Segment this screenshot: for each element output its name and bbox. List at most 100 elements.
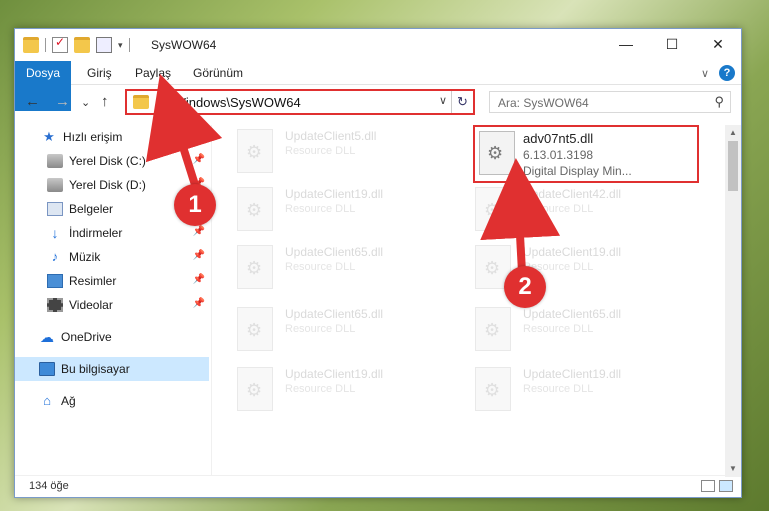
dll-file-icon xyxy=(475,367,511,411)
pin-icon[interactable]: 📌 xyxy=(193,154,205,165)
file-name: UpdateClient19.dll xyxy=(523,245,622,259)
navigation-pane: ★ Hızlı erişim Yerel Disk (C:) 📌 Yerel D… xyxy=(15,125,209,475)
help-icon[interactable]: ? xyxy=(719,65,735,81)
sidebar-item-label: OneDrive xyxy=(61,330,112,344)
sidebar-item-label: Yerel Disk (C:) xyxy=(69,154,146,168)
close-button[interactable]: ✕ xyxy=(695,29,741,59)
search-placeholder: Ara: SysWOW64 xyxy=(498,96,589,110)
tab-home[interactable]: Giriş xyxy=(87,61,112,85)
pin-icon[interactable]: 📌 xyxy=(193,226,205,237)
item-count: 134 öğe xyxy=(29,480,69,492)
customize-toolbar-icon[interactable]: ▾ xyxy=(118,40,123,51)
tab-share[interactable]: Paylaş xyxy=(135,61,171,85)
tab-view[interactable]: Görünüm xyxy=(193,61,243,85)
sidebar-item-label: Hızlı erişim xyxy=(63,130,123,144)
sidebar-item-quick-access[interactable]: ★ Hızlı erişim xyxy=(15,125,209,149)
sidebar-item-network[interactable]: ⌂ Ağ xyxy=(15,389,209,413)
sidebar-item-local-disk-c[interactable]: Yerel Disk (C:) 📌 xyxy=(15,149,209,173)
file-type: Resource DLL xyxy=(285,145,356,157)
sidebar-item-music[interactable]: ♪ Müzik 📌 xyxy=(15,245,209,269)
minimize-button[interactable]: — xyxy=(603,29,649,59)
dll-file-icon xyxy=(237,367,273,411)
sidebar-item-downloads[interactable]: ↓ İndirmeler 📌 xyxy=(15,221,209,245)
navigation-bar: ← → ⌄ ↑ C:\Windows\SysWOW64 ∨ ↻ Ara: Sys… xyxy=(15,85,741,119)
list-item[interactable]: UpdateClient65.dll Resource DLL xyxy=(475,305,695,355)
list-item[interactable]: UpdateClient19.dll Resource DLL xyxy=(475,365,695,415)
file-name: UpdateClient5.dll xyxy=(285,129,377,143)
sidebar-item-label: Resimler xyxy=(69,274,117,288)
search-input[interactable]: Ara: SysWOW64 ⚲ xyxy=(489,91,731,113)
refresh-icon[interactable]: ↻ xyxy=(451,91,473,113)
list-item[interactable]: UpdateClient65.dll Resource DLL xyxy=(237,305,457,355)
onedrive-icon: ☁ xyxy=(40,329,54,345)
sidebar-item-label: İndirmeler xyxy=(69,226,123,240)
disk-icon xyxy=(47,154,63,168)
ribbon-right: ∨ ? xyxy=(701,65,735,81)
address-dropdown-icon[interactable]: ∨ xyxy=(439,94,447,107)
videos-icon xyxy=(47,298,63,312)
sidebar-item-label: Müzik xyxy=(69,250,101,264)
list-item[interactable]: UpdateClient65.dll Resource DLL xyxy=(237,243,457,293)
forward-arrow-icon[interactable]: → xyxy=(55,93,70,110)
file-type: Resource DLL xyxy=(523,203,594,215)
list-item[interactable]: UpdateClient19.dll Resource DLL xyxy=(237,365,457,415)
sidebar-item-label: Ağ xyxy=(61,394,76,408)
maximize-button[interactable]: ☐ xyxy=(649,29,695,59)
file-name: UpdateClient19.dll xyxy=(285,367,384,381)
pane-divider[interactable] xyxy=(211,125,212,475)
sidebar-item-videos[interactable]: Videolar 📌 xyxy=(15,293,209,317)
file-type: Resource DLL xyxy=(523,323,594,335)
dll-file-icon xyxy=(237,129,273,173)
dll-file-icon xyxy=(237,187,273,231)
sidebar-item-label: Yerel Disk (D:) xyxy=(69,178,146,192)
address-path[interactable]: C:\Windows\SysWOW64 xyxy=(157,95,301,110)
annotation-badge-2: 2 xyxy=(504,266,546,308)
list-item[interactable]: UpdateClient42.dll Resource DLL xyxy=(475,185,695,235)
file-name: UpdateClient65.dll xyxy=(285,245,384,259)
recent-locations-icon[interactable]: ⌄ xyxy=(81,96,90,109)
disk-icon xyxy=(47,178,63,192)
up-arrow-icon[interactable]: ↑ xyxy=(101,93,109,110)
highlighted-file-adv07nt5[interactable]: adv07nt5.dll 6.13.01.3198 Digital Displa… xyxy=(473,125,699,183)
file-type: Resource DLL xyxy=(523,383,594,395)
file-name: adv07nt5.dll xyxy=(523,131,594,146)
folder-icon[interactable] xyxy=(23,37,39,53)
dll-file-icon xyxy=(479,131,515,175)
star-icon: ★ xyxy=(43,129,55,144)
explorer-window: ▾ SysWOW64 — ☐ ✕ Dosya Giriş Paylaş Görü… xyxy=(14,28,742,498)
list-item[interactable]: UpdateClient5.dll Resource DLL xyxy=(237,127,457,177)
properties-check-icon[interactable] xyxy=(52,35,68,53)
scroll-up-icon[interactable]: ▲ xyxy=(725,125,741,141)
dll-file-icon xyxy=(237,245,273,289)
back-arrow-icon[interactable]: ← xyxy=(25,93,40,110)
ribbon-tabs: Dosya Giriş Paylaş Görünüm ∨ ? xyxy=(15,61,741,111)
file-name: UpdateClient65.dll xyxy=(523,307,622,321)
details-view-icon[interactable] xyxy=(701,480,715,492)
sidebar-item-label: Videolar xyxy=(69,298,113,312)
address-bar[interactable]: C:\Windows\SysWOW64 ∨ ↻ xyxy=(125,89,475,115)
list-item[interactable]: UpdateClient19.dll Resource DLL xyxy=(237,185,457,235)
pin-icon[interactable]: 📌 xyxy=(193,274,205,285)
music-icon: ♪ xyxy=(51,249,59,264)
separator xyxy=(45,38,46,52)
pin-icon[interactable]: 📌 xyxy=(193,250,205,261)
sidebar-item-this-pc[interactable]: Bu bilgisayar xyxy=(15,357,209,381)
pin-icon[interactable]: 📌 xyxy=(193,298,205,309)
file-name: UpdateClient42.dll xyxy=(523,187,622,201)
title-bar: ▾ SysWOW64 — ☐ ✕ xyxy=(15,29,741,61)
file-description: Digital Display Min... xyxy=(523,164,632,178)
new-folder-icon[interactable] xyxy=(74,37,90,53)
large-icons-view-icon[interactable] xyxy=(719,480,733,492)
sidebar-item-pictures[interactable]: Resimler 📌 xyxy=(15,269,209,293)
dll-file-icon xyxy=(237,307,273,351)
scroll-thumb[interactable] xyxy=(728,141,738,191)
annotation-badge-1: 1 xyxy=(174,184,216,226)
pictures-icon xyxy=(47,274,63,288)
vertical-scrollbar[interactable]: ▲ ▼ xyxy=(725,125,741,477)
properties-icon[interactable] xyxy=(96,37,112,53)
sidebar-item-onedrive[interactable]: ☁ OneDrive xyxy=(15,325,209,349)
status-bar: 134 öğe xyxy=(15,475,741,497)
sidebar-item-label: Bu bilgisayar xyxy=(61,362,130,376)
search-icon[interactable]: ⚲ xyxy=(714,94,724,110)
ribbon-collapse-icon[interactable]: ∨ xyxy=(701,67,709,80)
